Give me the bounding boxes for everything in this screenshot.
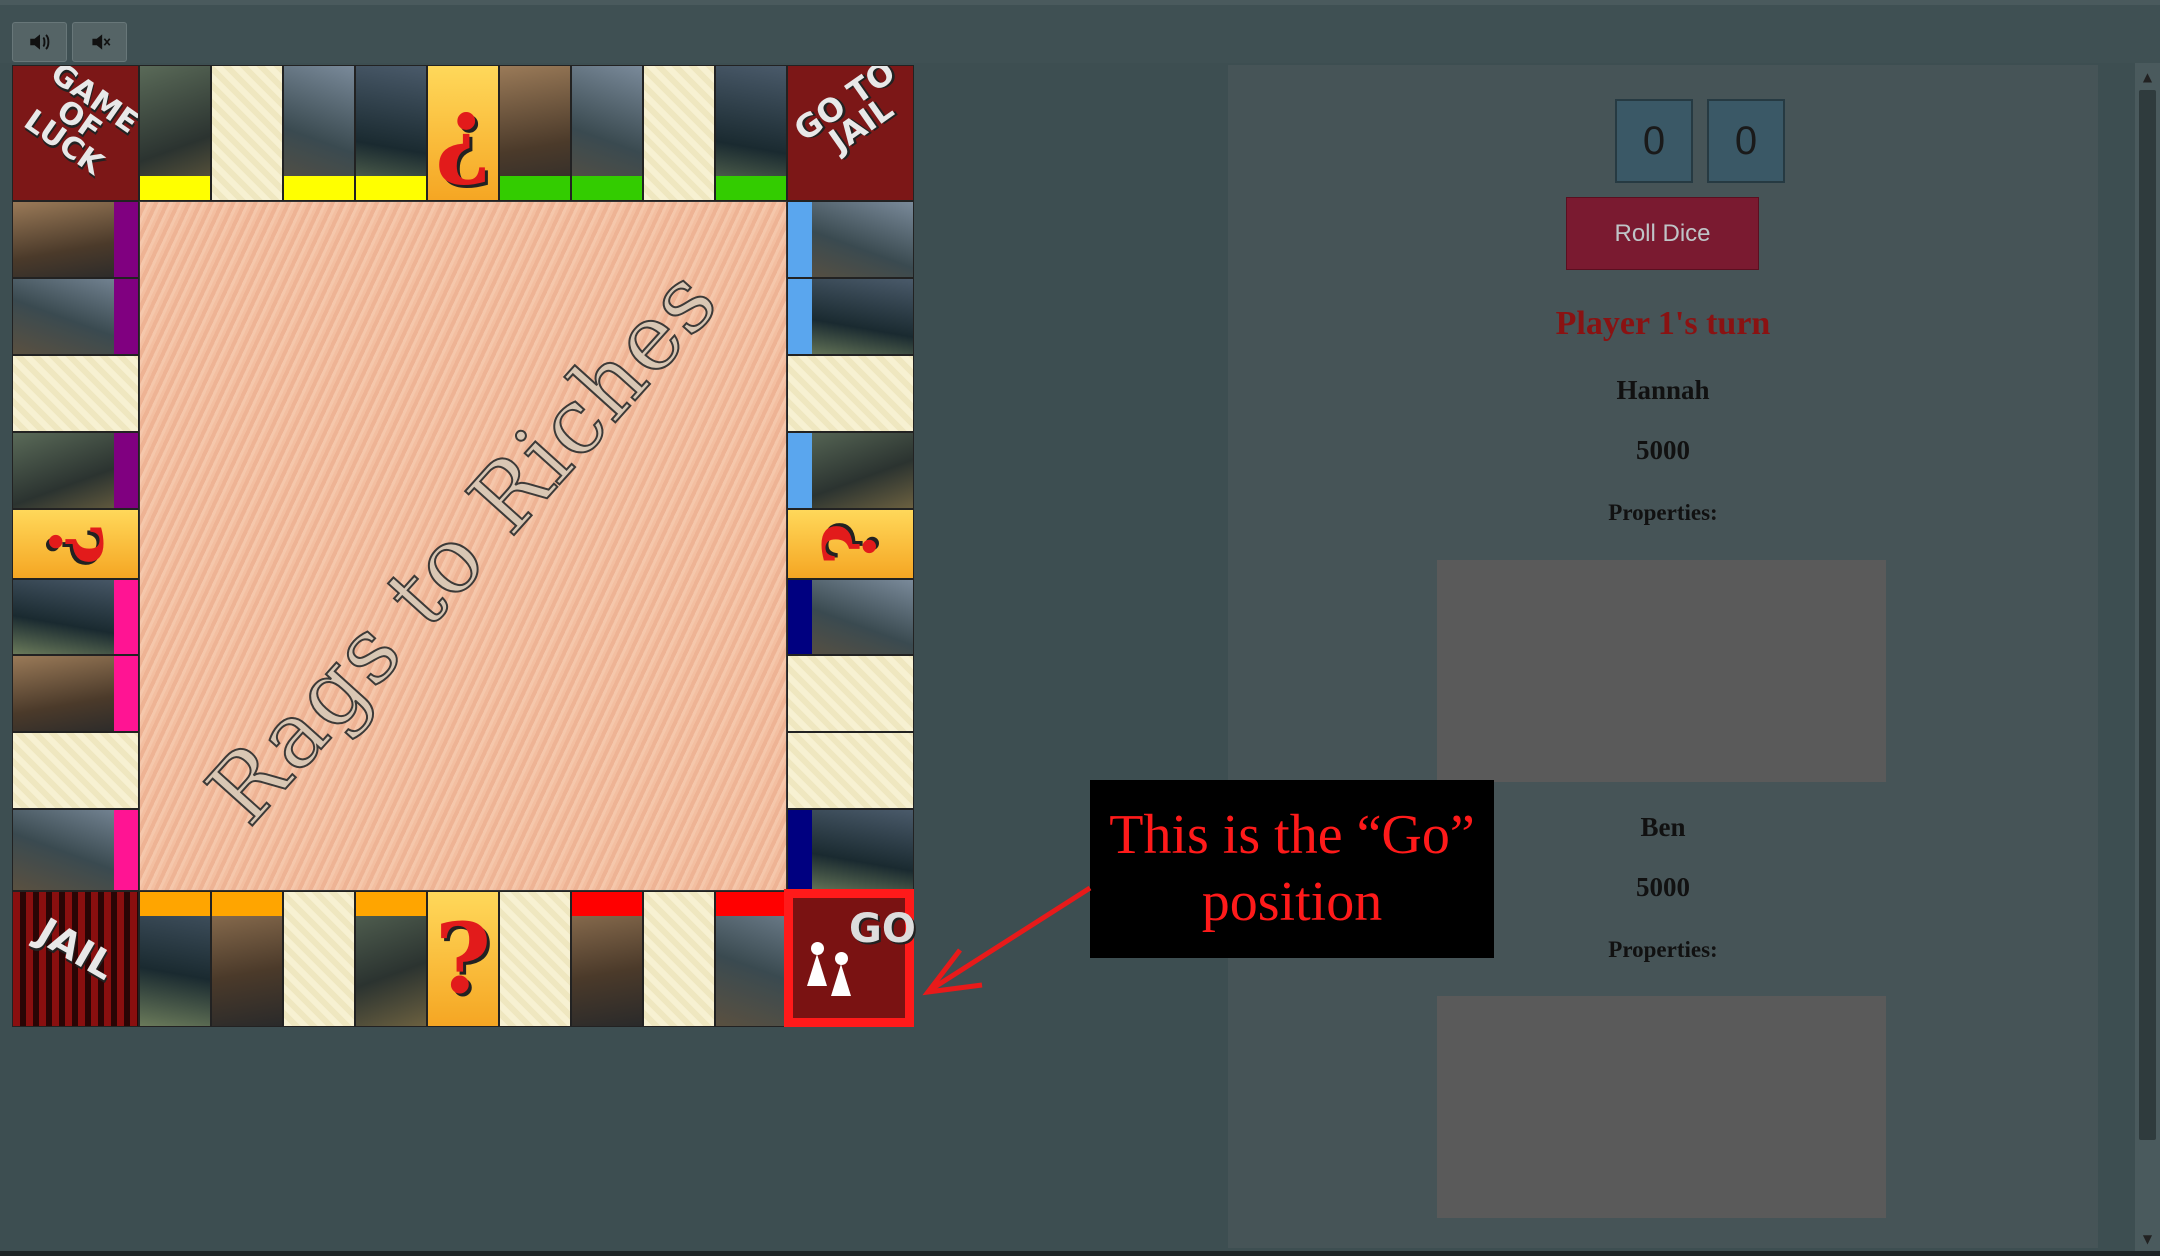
scroll-up-icon[interactable]: ▲ — [2139, 70, 2156, 84]
property-tile[interactable] — [571, 891, 643, 1027]
scroll-down-icon[interactable]: ▼ — [2139, 1232, 2156, 1246]
blank-tile — [283, 891, 355, 1027]
color-band — [572, 892, 642, 916]
property-tile[interactable] — [12, 201, 139, 278]
chance-tile[interactable]: ? — [787, 509, 914, 579]
property-tile[interactable] — [715, 891, 787, 1027]
color-band — [114, 580, 138, 654]
property-tile[interactable] — [355, 65, 427, 201]
property-tile[interactable] — [499, 65, 571, 201]
blank-tile — [787, 732, 914, 809]
chance-tile[interactable]: ¿ — [427, 65, 499, 201]
blank-tile — [787, 355, 914, 432]
color-band — [788, 279, 812, 354]
game-board: GAME OF LUCK GO TO JAIL JAIL ¿ ? ? ? Rag… — [12, 65, 914, 1027]
property-tile[interactable] — [139, 65, 211, 201]
color-band — [572, 176, 642, 200]
property-tile[interactable] — [787, 579, 914, 655]
property-tile[interactable] — [355, 891, 427, 1027]
speaker-muted-icon — [91, 34, 110, 50]
property-tile[interactable] — [283, 65, 355, 201]
color-band — [356, 892, 426, 916]
roll-dice-button[interactable]: Roll Dice — [1566, 197, 1759, 270]
color-band — [788, 433, 812, 508]
corner-jail: JAIL — [12, 891, 139, 1027]
property-tile[interactable] — [715, 65, 787, 201]
player-2-properties-list — [1437, 996, 1886, 1218]
color-band — [140, 176, 210, 200]
blank-tile — [643, 65, 715, 201]
chance-tile[interactable]: ? — [12, 509, 139, 579]
blank-tile — [643, 891, 715, 1027]
blank-tile — [787, 655, 914, 732]
corner-game-of-luck: GAME OF LUCK — [12, 65, 139, 201]
corner-go-to-jail: GO TO JAIL — [787, 65, 914, 201]
blank-tile — [499, 891, 571, 1027]
sound-off-button[interactable] — [72, 22, 127, 62]
board-center: Rags to Riches — [139, 201, 787, 891]
sound-on-button[interactable] — [12, 22, 67, 62]
die-1: 0 — [1615, 99, 1693, 183]
bottom-edge — [0, 1251, 2160, 1256]
property-tile[interactable] — [787, 201, 914, 278]
color-band — [500, 176, 570, 200]
die-2: 0 — [1707, 99, 1785, 183]
property-tile[interactable] — [12, 278, 139, 355]
player-1-properties-label: Properties: — [1608, 500, 1718, 525]
property-tile[interactable] — [571, 65, 643, 201]
color-band — [114, 279, 138, 354]
board-title: Rags to Riches — [186, 247, 739, 845]
blank-tile — [12, 732, 139, 809]
property-tile[interactable] — [787, 809, 914, 891]
property-tile[interactable] — [12, 432, 139, 509]
go-annotation-callout: This is the “Go” position — [1090, 780, 1494, 958]
color-band — [788, 810, 812, 890]
property-tile[interactable] — [12, 655, 139, 732]
color-band — [284, 176, 354, 200]
color-band — [212, 892, 282, 916]
toolbar — [0, 0, 2160, 63]
player-1-name: Hannah — [1616, 375, 1710, 405]
color-band — [788, 580, 812, 654]
color-band — [788, 202, 812, 277]
turn-indicator: Player 1's turn — [1555, 305, 1771, 342]
scroll-thumb[interactable] — [2139, 90, 2156, 1140]
property-tile[interactable] — [12, 579, 139, 655]
property-tile[interactable] — [12, 809, 139, 891]
player-1-money: 5000 — [1636, 435, 1690, 465]
color-band — [114, 656, 138, 731]
property-tile[interactable] — [211, 891, 283, 1027]
property-tile[interactable] — [787, 278, 914, 355]
color-band — [140, 892, 210, 916]
color-band — [716, 892, 786, 916]
chance-tile[interactable]: ? — [427, 891, 499, 1027]
speaker-on-icon — [29, 34, 49, 50]
player-token-1 — [807, 942, 827, 986]
color-band — [716, 176, 786, 200]
go-tile[interactable]: GO — [784, 889, 916, 1027]
blank-tile — [12, 355, 139, 432]
player-token-2 — [831, 952, 851, 996]
property-tile[interactable] — [139, 891, 211, 1027]
color-band — [114, 810, 138, 890]
blank-tile — [211, 65, 283, 201]
color-band — [114, 433, 138, 508]
color-band — [114, 202, 138, 277]
property-tile[interactable] — [787, 432, 914, 509]
color-band — [356, 176, 426, 200]
player-1-properties-list — [1437, 560, 1886, 782]
